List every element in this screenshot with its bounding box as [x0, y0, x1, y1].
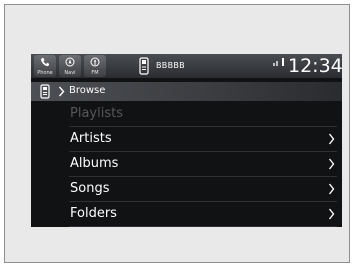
browse-label: Browse: [69, 85, 106, 96]
list-item-albums[interactable]: Albums: [69, 152, 337, 177]
list-item-artists[interactable]: Artists: [69, 127, 337, 152]
list-item-label: Playlists: [70, 106, 123, 121]
chevron-right-icon: [328, 158, 335, 170]
usb-icon: [40, 84, 50, 99]
chevron-right-icon: [328, 183, 335, 195]
list-item-songs[interactable]: Songs: [69, 177, 337, 202]
list-item-playlists: Playlists: [69, 102, 337, 127]
clock: 12:34: [288, 55, 342, 77]
phone-icon: [41, 58, 49, 67]
list-item-folders[interactable]: Folders: [69, 202, 337, 227]
chevron-right-icon: [328, 133, 335, 145]
phone-button-label: Phone: [37, 70, 53, 76]
source-title: BBBBB: [156, 61, 185, 70]
manual-figure-frame: Phone Navi FM BBBBB 12:34 Browse Playlis…: [4, 4, 350, 263]
fm-button-label: FM: [91, 70, 99, 76]
list-item-label: Folders: [70, 206, 117, 221]
list-item-label: Artists: [70, 131, 112, 146]
signal-icon: [273, 58, 284, 66]
status-bar: Phone Navi FM BBBBB 12:34: [31, 54, 342, 78]
navi-button-label: Navi: [64, 70, 76, 76]
list-item-label: Albums: [70, 156, 119, 171]
chevron-right-icon: [58, 86, 65, 97]
list-item-label: Songs: [70, 181, 110, 196]
chevron-right-icon: [328, 208, 335, 220]
navi-icon: [65, 57, 75, 67]
browse-list: Playlists Artists Albums Songs Folders: [69, 102, 337, 227]
audio-display-screen: Phone Navi FM BBBBB 12:34 Browse Playlis…: [31, 54, 342, 227]
navi-button[interactable]: Navi: [59, 55, 81, 77]
radio-icon: [90, 57, 100, 67]
usb-icon: [139, 57, 149, 75]
browse-breadcrumb[interactable]: Browse: [31, 82, 342, 101]
phone-button[interactable]: Phone: [34, 55, 56, 77]
fm-button[interactable]: FM: [84, 55, 106, 77]
